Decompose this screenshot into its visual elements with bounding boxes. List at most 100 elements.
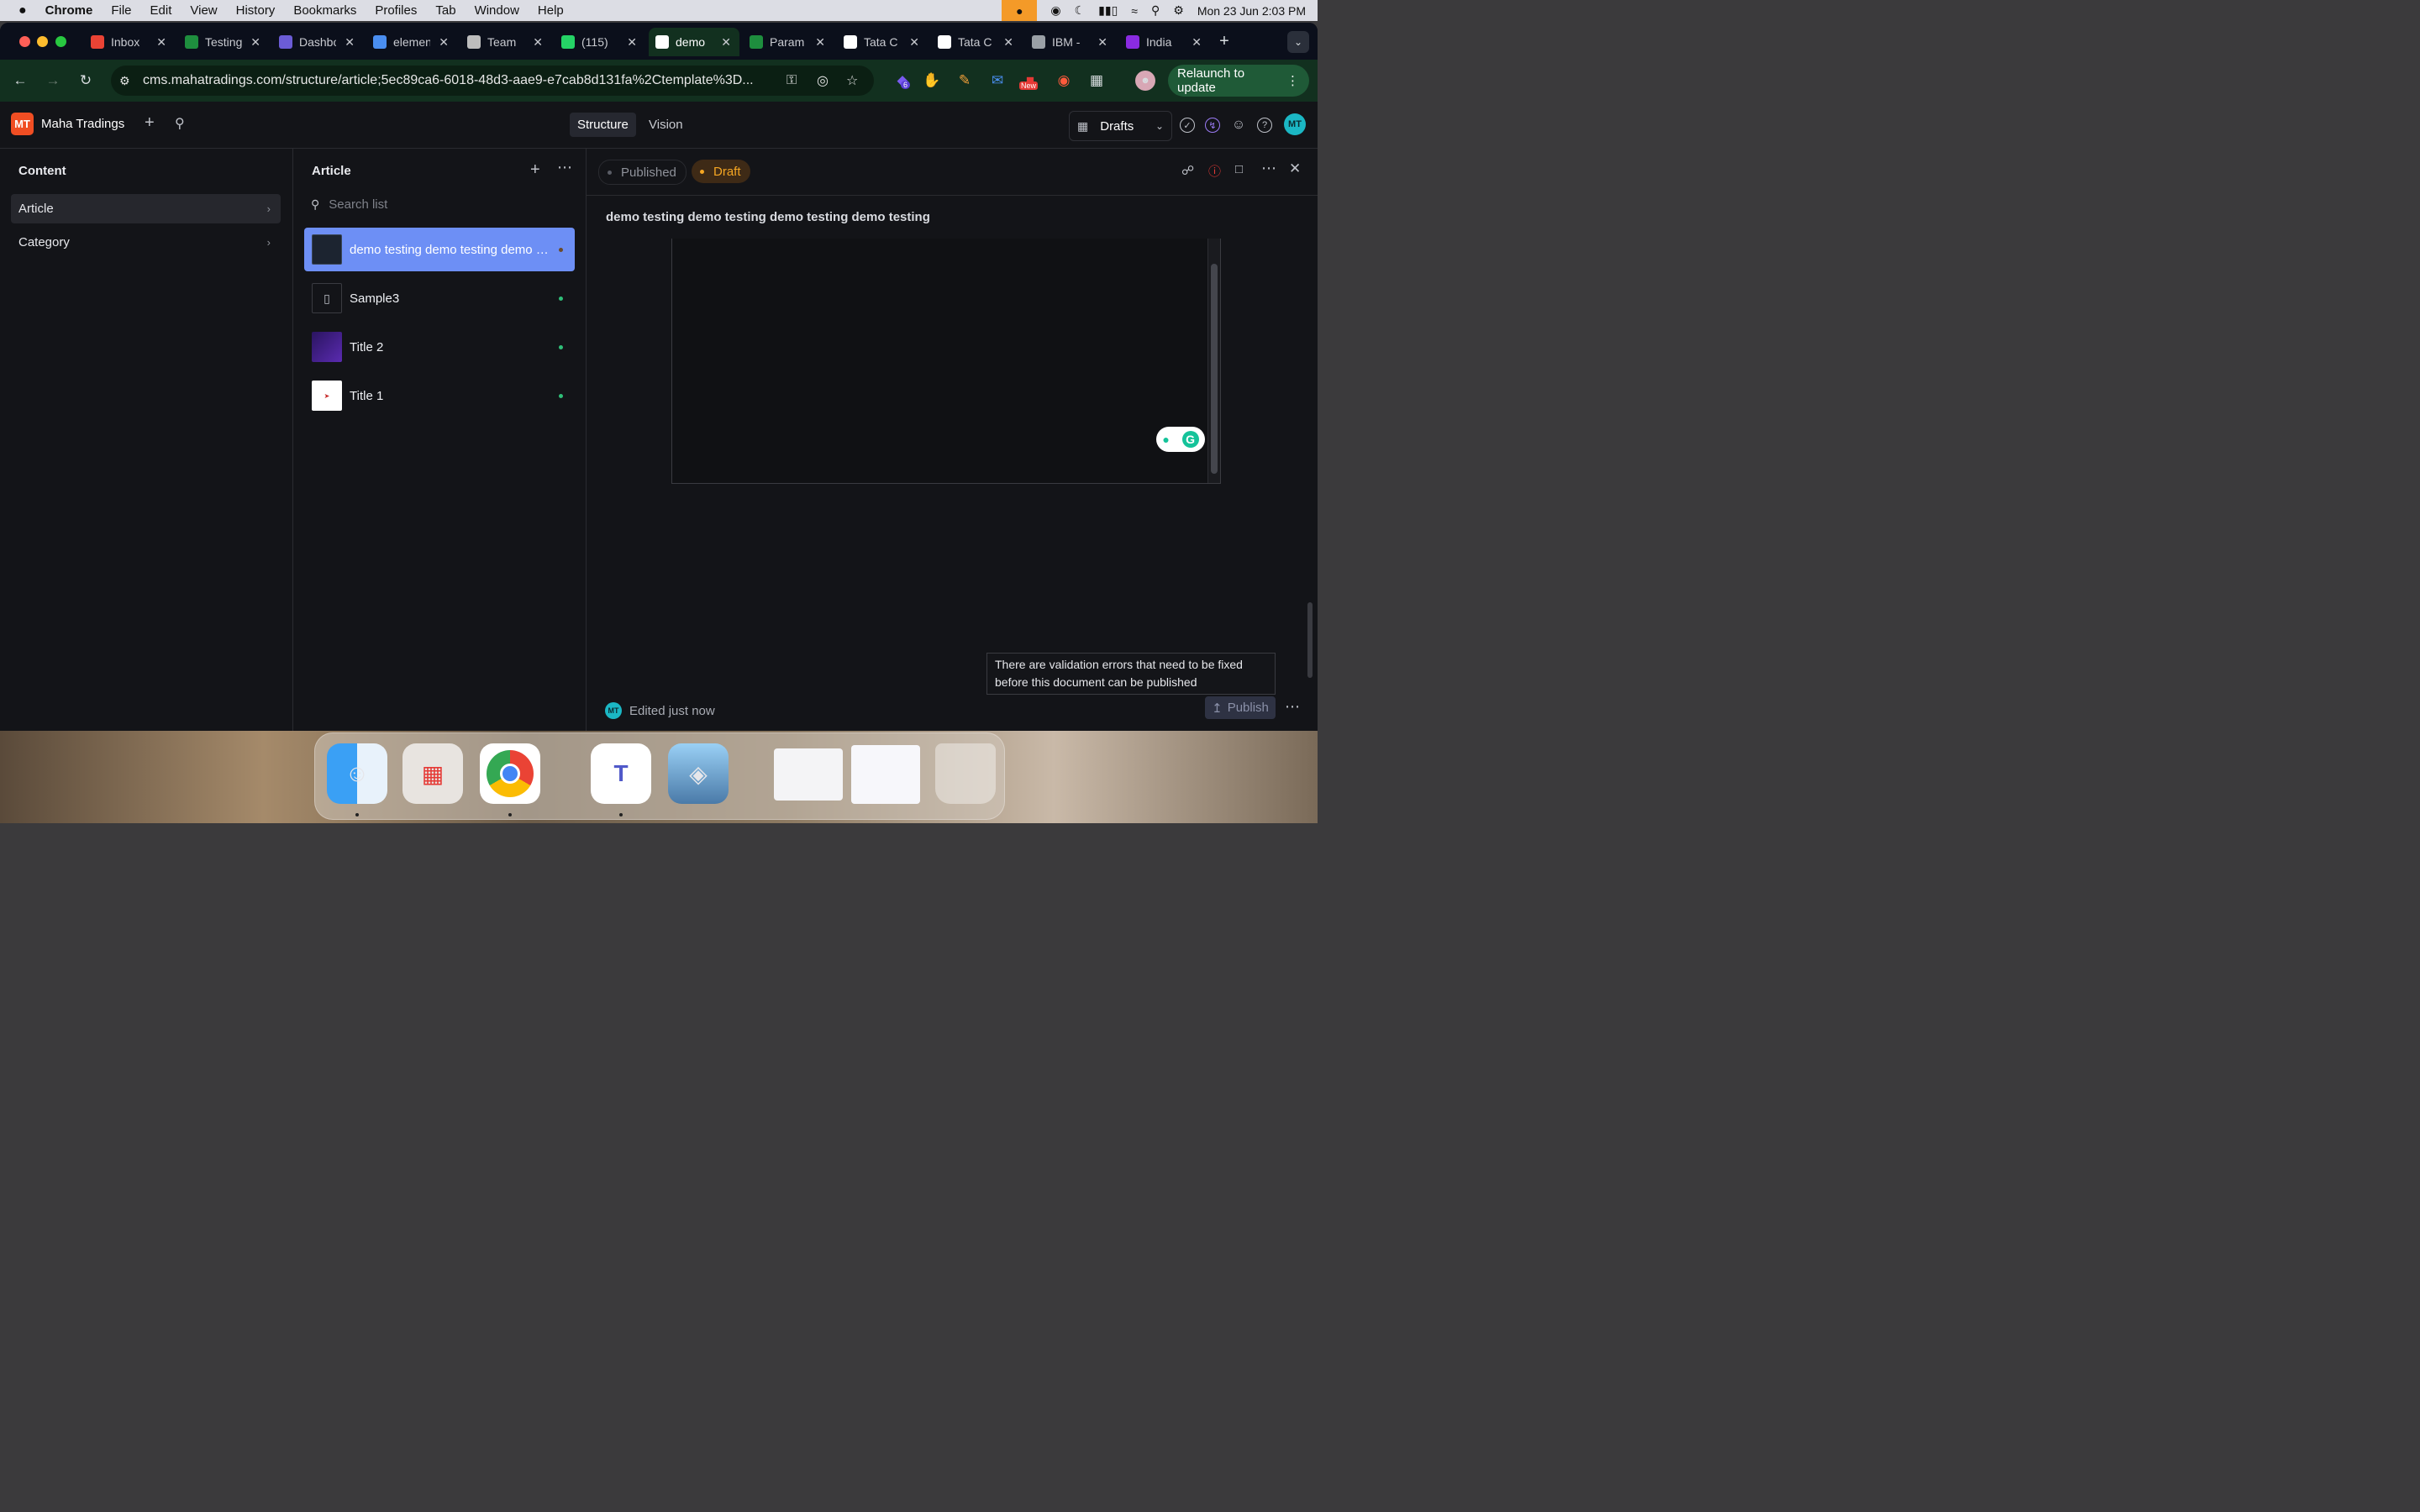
tab-search-button[interactable]: ⌄ <box>1287 31 1309 53</box>
browser-tab[interactable]: IBM - ✕ <box>1025 28 1116 56</box>
grammarly-icon[interactable]: ● G <box>1156 427 1205 452</box>
chrome-icon[interactable] <box>480 743 540 804</box>
collaborators-icon[interactable]: ☺ <box>1231 118 1246 133</box>
workspace-logo[interactable]: MT <box>11 113 34 135</box>
address-url[interactable]: cms.mahatradings.com/structure/article;5… <box>143 73 781 88</box>
comment-icon[interactable]: □ <box>1235 162 1243 176</box>
site-info-icon[interactable]: ⚙ <box>119 74 130 88</box>
document-item[interactable]: ➤ Title 1 <box>304 374 575 417</box>
tab-close-icon[interactable]: ✕ <box>156 35 166 50</box>
recent-window-thumbnail[interactable] <box>774 748 843 801</box>
teams-icon[interactable]: T <box>591 743 651 804</box>
nav-item-article[interactable]: Article › <box>11 194 281 223</box>
moon-icon[interactable]: ☾ <box>1075 3 1086 18</box>
tab-close-icon[interactable]: ✕ <box>345 35 355 50</box>
browser-tab[interactable]: Dashboard ✕ <box>272 28 363 56</box>
menu-app-name[interactable]: Chrome <box>45 3 93 18</box>
browser-tab[interactable]: India ✕ <box>1119 28 1210 56</box>
text-editor-area[interactable]: ● G <box>671 239 1221 484</box>
publish-button[interactable]: ↥ Publish <box>1205 696 1276 719</box>
record-extension-icon[interactable]: ◉ <box>1054 71 1074 91</box>
close-window-button[interactable] <box>19 36 30 47</box>
editor-scrollbar[interactable] <box>1207 239 1220 483</box>
focus-icon[interactable]: ◉ <box>1050 3 1060 18</box>
extension-icon[interactable]: ◆6 <box>892 71 913 91</box>
help-icon[interactable]: ? <box>1257 118 1272 133</box>
tab-close-icon[interactable]: ✕ <box>815 35 825 50</box>
trash-icon[interactable] <box>935 743 996 804</box>
more-vertical-icon[interactable]: ⋮ <box>1286 73 1299 88</box>
tracking-eye-icon[interactable]: ◎ <box>817 72 829 89</box>
new-tab-button[interactable]: + <box>1214 31 1234 51</box>
menu-history[interactable]: History <box>236 3 276 18</box>
microphone-icon[interactable]: ● <box>1002 0 1038 21</box>
pane-scrollbar[interactable] <box>1307 602 1313 678</box>
search-icon[interactable]: ⚲ <box>175 115 185 132</box>
hand-extension-icon[interactable]: ✋ <box>922 71 942 91</box>
address-bar[interactable]: ⚙ cms.mahatradings.com/structure/article… <box>111 66 874 96</box>
teams-window-thumbnail[interactable] <box>851 745 920 804</box>
pane-menu-icon[interactable]: ⋯ <box>557 159 572 176</box>
zoom-window-button[interactable] <box>55 36 66 47</box>
pen-extension-icon[interactable]: ✎ <box>955 71 975 91</box>
search-list-input[interactable]: ⚲ Search list <box>304 191 575 218</box>
check-circle-icon[interactable]: ✓ <box>1180 118 1195 133</box>
browser-tab[interactable]: Team ✕ <box>460 28 551 56</box>
tab-close-icon[interactable]: ✕ <box>1003 35 1013 50</box>
add-icon[interactable]: + <box>145 113 155 133</box>
tab-close-icon[interactable]: ✕ <box>439 35 449 50</box>
browser-tab[interactable]: elements ✕ <box>366 28 457 56</box>
clock[interactable]: Mon 23 Jun 2:03 PM <box>1197 4 1306 18</box>
user-avatar[interactable]: MT <box>1284 113 1306 135</box>
nav-item-category[interactable]: Category › <box>11 228 281 257</box>
menu-window[interactable]: Window <box>475 3 519 18</box>
finder-icon[interactable]: ☺ <box>327 743 387 804</box>
browser-tab[interactable]: demo ✕ <box>649 28 739 56</box>
menu-tab[interactable]: Tab <box>435 3 455 18</box>
tab-vision[interactable]: Vision <box>641 113 691 137</box>
wifi-icon[interactable]: ≈ <box>1131 4 1138 18</box>
menu-help[interactable]: Help <box>538 3 564 18</box>
tab-close-icon[interactable]: ✕ <box>909 35 919 50</box>
menu-view[interactable]: View <box>190 3 217 18</box>
browser-tab[interactable]: Tata C ✕ <box>931 28 1022 56</box>
browser-tab[interactable]: Inbox ✕ <box>84 28 175 56</box>
browser-tab[interactable]: Tata C ✕ <box>837 28 928 56</box>
document-item[interactable]: Title 2 <box>304 325 575 369</box>
tab-close-icon[interactable]: ✕ <box>533 35 543 50</box>
password-key-icon[interactable]: ⚿ <box>786 73 797 88</box>
tab-close-icon[interactable]: ✕ <box>250 35 260 50</box>
lightning-icon[interactable]: ↯ <box>1205 118 1220 133</box>
minimize-window-button[interactable] <box>37 36 48 47</box>
browser-tab[interactable]: Param ✕ <box>743 28 834 56</box>
tab-close-icon[interactable]: ✕ <box>627 35 637 50</box>
create-document-icon[interactable]: + <box>530 160 540 180</box>
browser-tab[interactable]: Testing ✕ <box>178 28 269 56</box>
document-item[interactable]: demo testing demo testing demo testing d… <box>304 228 575 271</box>
document-item[interactable]: ▯ Sample3 <box>304 276 575 320</box>
apple-icon[interactable]: ● <box>18 3 27 18</box>
tab-close-icon[interactable]: ✕ <box>1097 35 1107 50</box>
link-icon[interactable]: ☍ <box>1181 163 1194 178</box>
battery-icon[interactable]: ▮▮▯ <box>1098 3 1118 18</box>
perspective-selector[interactable]: ▦ Drafts ⌄ <box>1069 111 1172 141</box>
new-extension-icon[interactable]: ■ New <box>1019 71 1040 91</box>
tab-structure[interactable]: Structure <box>570 113 636 137</box>
relaunch-to-update-button[interactable]: Relaunch to update ⋮ <box>1168 65 1309 97</box>
status-draft[interactable]: Draft <box>692 160 750 183</box>
menu-edit[interactable]: Edit <box>150 3 172 18</box>
launchpad-icon[interactable]: ▦ <box>402 743 463 804</box>
tab-close-icon[interactable]: ✕ <box>721 35 731 50</box>
profile-avatar-icon[interactable]: ☻ <box>1135 71 1155 91</box>
spotlight-search-icon[interactable]: ⚲ <box>1151 3 1160 18</box>
tab-close-icon[interactable]: ✕ <box>1192 35 1202 50</box>
workspace-name[interactable]: Maha Tradings <box>41 117 124 131</box>
validation-alert-icon[interactable]: ⓘ <box>1208 162 1221 180</box>
menu-bookmarks[interactable]: Bookmarks <box>293 3 356 18</box>
menu-profiles[interactable]: Profiles <box>375 3 417 18</box>
menu-file[interactable]: File <box>111 3 131 18</box>
mail-extension-icon[interactable]: ✉ <box>987 71 1007 91</box>
status-published[interactable]: Published <box>598 160 687 185</box>
preview-icon[interactable]: ◈ <box>668 743 729 804</box>
close-icon[interactable]: ✕ <box>1289 160 1301 177</box>
